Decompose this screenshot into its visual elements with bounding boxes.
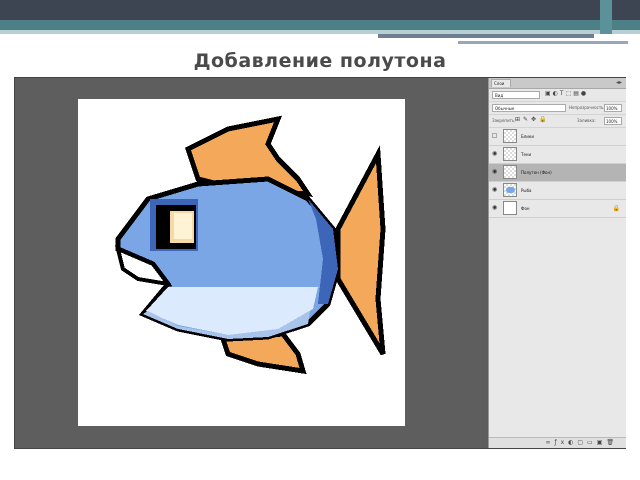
layer-row-highlights[interactable]: Блики bbox=[489, 128, 626, 146]
lock-icons[interactable]: ⊞✎✥🔒 bbox=[515, 116, 550, 123]
layer-name: Рыба bbox=[521, 188, 532, 193]
layers-panel: Слои ◂▸ Вид ▣◐T⬚▤● Обычные Непрозрачност… bbox=[488, 78, 626, 448]
panel-footer: ∞ƒx◐▢▭▣🗑 bbox=[489, 437, 626, 448]
slide-header-band bbox=[0, 0, 640, 20]
filter-type-icons[interactable]: ▣◐T⬚▤● bbox=[545, 90, 588, 97]
blend-mode-select[interactable]: Обычные bbox=[492, 104, 566, 112]
layer-thumbnail bbox=[503, 183, 517, 197]
slide-title: Добавление полутона bbox=[193, 50, 447, 72]
tab-layers[interactable]: Слои bbox=[491, 79, 511, 87]
layer-thumbnail bbox=[503, 201, 517, 215]
eye-icon[interactable]: ◉ bbox=[492, 205, 499, 211]
photoshop-screenshot: Слои ◂▸ Вид ▣◐T⬚▤● Обычные Непрозрачност… bbox=[14, 77, 626, 449]
lock-row: Закрепить: ⊞✎✥🔒 Заливка: 100% bbox=[489, 115, 626, 128]
slide-accent-band bbox=[0, 20, 640, 30]
panel-tabbar: Слои ◂▸ bbox=[489, 78, 626, 89]
eye-icon[interactable]: ◉ bbox=[492, 151, 499, 157]
layer-row-shadows[interactable]: ◉ Тени bbox=[489, 146, 626, 164]
layer-filter-select[interactable]: Вид bbox=[492, 91, 540, 99]
fill-label: Заливка: bbox=[577, 118, 596, 123]
opacity-label: Непрозрачность: bbox=[569, 105, 605, 110]
layer-thumbnail bbox=[503, 147, 517, 161]
layer-thumbnail bbox=[503, 129, 517, 143]
filter-row: Вид ▣◐T⬚▤● bbox=[489, 89, 626, 102]
layer-row-background[interactable]: ◉ Фон 🔒 bbox=[489, 200, 626, 218]
slide-accent-line-small bbox=[458, 41, 628, 44]
lock-icon: 🔒 bbox=[612, 205, 620, 212]
layer-action-icons[interactable]: ∞ƒx◐▢▭▣🗑 bbox=[545, 439, 618, 446]
eye-icon[interactable]: ◉ bbox=[492, 169, 499, 175]
layer-thumbnail bbox=[503, 165, 517, 179]
layer-row-fish[interactable]: ◉ Рыба bbox=[489, 182, 626, 200]
workspace bbox=[15, 78, 487, 448]
panel-collapse-icon[interactable]: ◂▸ bbox=[616, 79, 622, 86]
layer-name: Блики bbox=[521, 134, 534, 139]
slide-accent-line bbox=[378, 34, 594, 38]
layer-name: Фон bbox=[521, 206, 530, 211]
layer-name: Тени bbox=[521, 152, 532, 157]
layer-row-halftone[interactable]: ◉ Полутон (Фон) bbox=[489, 164, 626, 182]
document-canvas[interactable] bbox=[78, 99, 405, 426]
fill-field[interactable]: 100% bbox=[604, 117, 622, 125]
lock-label: Закрепить: bbox=[492, 118, 516, 123]
blend-row: Обычные Непрозрачность: 100% bbox=[489, 102, 626, 115]
pixel-fish-image bbox=[115, 115, 386, 375]
eye-icon[interactable]: ◉ bbox=[492, 187, 499, 193]
visibility-toggle-icon[interactable] bbox=[492, 133, 497, 138]
slide-accent-block bbox=[600, 0, 612, 34]
opacity-field[interactable]: 100% bbox=[604, 104, 622, 112]
layer-name: Полутон (Фон) bbox=[521, 170, 552, 175]
